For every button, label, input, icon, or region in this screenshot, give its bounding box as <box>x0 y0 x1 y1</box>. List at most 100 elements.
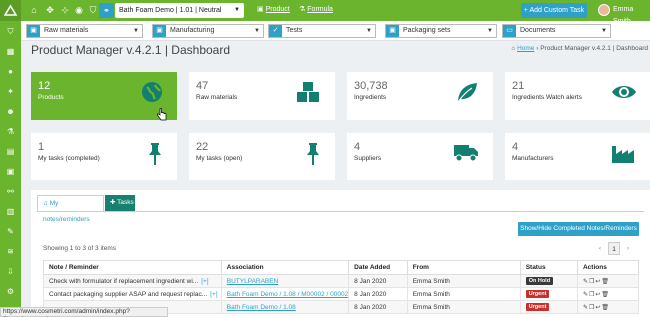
filter-label: Packaging sets <box>403 27 451 34</box>
tile-ingredients[interactable]: 30,738 Ingredients <box>347 72 493 120</box>
association-link[interactable]: BUTYLPARABEN <box>227 278 279 285</box>
tile-label: Ingredients Watch alerts <box>512 94 582 101</box>
project-select[interactable]: Bath Foam Demo | 1.01 | Neutral (Clear) … <box>115 3 244 29</box>
sidebar: ⛉ ▦ ● ✦ ☻ ⚗ ▤ ▣ ⚯ ▥ ✎ ≋ ⇩ ⚙ <box>0 21 21 317</box>
avatar[interactable] <box>598 4 610 16</box>
column-header[interactable]: Association <box>220 260 350 275</box>
tile-value: 1 <box>38 141 45 153</box>
formula-icon: ⚗ <box>299 6 306 13</box>
chart-icon[interactable]: ▥ <box>5 206 16 217</box>
link-button[interactable]: ⚭ <box>99 3 114 18</box>
delete-icon[interactable]: 🗑 <box>601 292 610 298</box>
tab-tasks[interactable]: ✚ Tasks <box>105 195 135 211</box>
nav-formula-label: Formula <box>307 6 333 13</box>
tile-suppliers[interactable]: 4 Suppliers <box>347 133 493 180</box>
globe-icon <box>142 82 162 102</box>
chevron-down-icon: ▼ <box>366 28 372 34</box>
breadcrumb-current: Product Manager v.4.2.1 | Dashboard <box>540 45 648 52</box>
column-header[interactable]: Note / Reminder <box>43 260 222 275</box>
flask-icon[interactable]: ⚗ <box>5 126 16 137</box>
tile-tasks-completed[interactable]: 1 My tasks (completed) <box>31 133 177 180</box>
link-icon: ⚭ <box>103 6 110 15</box>
cubes-icon[interactable]: ▣ <box>5 166 16 177</box>
dashboard-icon[interactable]: ▦ <box>5 46 16 57</box>
nav-product[interactable]: ▣ Product <box>257 4 290 16</box>
column-header[interactable]: From <box>406 260 521 275</box>
download-icon[interactable]: ⇩ <box>5 266 16 277</box>
home-icon[interactable]: ⌂ <box>28 4 40 16</box>
chevron-down-icon: ▼ <box>487 28 493 34</box>
chevron-down-icon: ▼ <box>601 28 607 34</box>
show-hide-completed-button[interactable]: Show/Hide Completed Notes/Reminders <box>518 222 639 236</box>
plus-icon: + <box>523 7 528 14</box>
check-circle-icon: ✓ <box>269 25 282 37</box>
status-cell: Urgent <box>519 300 578 314</box>
actions-cell: ✎❐↩🗑 <box>576 287 640 301</box>
eye-icon[interactable]: ◉ <box>73 4 85 16</box>
expand-link[interactable]: [+] <box>210 291 217 298</box>
tile-value: 4 <box>354 141 361 153</box>
association-cell: BUTYLPARABEN <box>220 274 350 288</box>
from-cell: Emma Smith <box>406 274 521 288</box>
layers-icon[interactable]: ≋ <box>5 246 16 257</box>
delete-icon[interactable]: 🗑 <box>601 305 610 311</box>
showing-count: Showing 1 to 3 of 3 items <box>43 245 116 252</box>
expand-link[interactable]: [+] <box>201 278 208 285</box>
breadcrumb-home[interactable]: Home <box>517 45 534 52</box>
tile-raw-materials[interactable]: 47 Raw materials <box>189 72 335 120</box>
tile-ingredients-watch[interactable]: 21 Ingredients Watch alerts <box>505 72 650 120</box>
filter-tests[interactable]: ✓ Tests ▼ <box>268 24 376 38</box>
filter-documents[interactable]: ▭ Documents ▼ <box>502 24 611 38</box>
association-link[interactable]: Bath Foam Demo / 1.08 <box>227 304 296 311</box>
folder-icon: ▭ <box>503 25 516 37</box>
filter-raw-materials[interactable]: ▣ Raw materials ▼ <box>26 24 143 38</box>
logo[interactable] <box>0 0 21 21</box>
page-title: Product Manager v.4.2.1 | Dashboard <box>31 43 231 57</box>
user-icon[interactable]: ● <box>5 66 16 77</box>
tile-products[interactable]: 12 Products <box>31 72 177 120</box>
actions-cell: ✎❐↩🗑 <box>576 300 640 314</box>
pagination-next[interactable]: › <box>622 242 634 255</box>
pin-icon <box>149 143 161 165</box>
pagination-prev[interactable]: ‹ <box>594 242 606 255</box>
users-icon[interactable]: ☻ <box>5 106 16 117</box>
from-cell: Emma Smith <box>406 300 521 314</box>
column-header[interactable]: Date Added <box>348 260 408 275</box>
filter-manufacturing[interactable]: ▣ Manufacturing ▼ <box>152 24 264 38</box>
pagination-page[interactable]: 1 <box>608 242 620 255</box>
tile-label: My tasks (completed) <box>38 155 100 162</box>
association-link[interactable]: Bath Foam Demo / 1.08 / M00002 / 00002 <box>227 291 348 298</box>
note-text: Contact packaging supplier ASAP and requ… <box>49 290 208 298</box>
settings-icon[interactable]: ⚙ <box>5 286 16 297</box>
tile-tasks-open[interactable]: 22 My tasks (open) <box>189 133 335 180</box>
tab-label: Tasks <box>117 199 134 206</box>
add-custom-task-button[interactable]: + Add Custom Task <box>521 3 587 18</box>
bulb-icon[interactable]: ✦ <box>5 86 16 97</box>
note-cell: Check with formulator if replacement ing… <box>43 274 222 288</box>
chevron-down-icon: ▼ <box>254 28 260 34</box>
nav-formula[interactable]: ⚗ Formula <box>299 4 333 16</box>
move-icon[interactable]: ✥ <box>44 4 56 16</box>
filter-label: Manufacturing <box>170 27 215 34</box>
sitemap-icon[interactable]: ⊹ <box>59 4 71 16</box>
pencil-icon[interactable]: ✎ <box>5 226 16 237</box>
lock-icon[interactable]: ▤ <box>5 146 16 157</box>
tab-my-notes[interactable]: ♫ My notes/reminders <box>37 195 104 223</box>
shield-icon[interactable]: ⛉ <box>87 4 99 16</box>
filter-packaging-sets[interactable]: ▣ Packaging sets ▼ <box>385 24 497 38</box>
column-header[interactable]: Status <box>519 260 578 275</box>
filter-label: Tests <box>286 27 303 34</box>
status-badge: On Hold <box>525 277 554 285</box>
tile-label: Products <box>38 94 64 101</box>
from-cell: Emma Smith <box>406 287 521 301</box>
status-badge: Urgent <box>525 303 550 311</box>
delete-icon[interactable]: 🗑 <box>601 279 610 285</box>
shield-icon[interactable]: ⛉ <box>5 26 16 37</box>
tile-value: 30,738 <box>354 80 388 92</box>
bell-icon: ♫ <box>43 200 48 207</box>
share-icon[interactable]: ⚯ <box>5 186 16 197</box>
divider <box>37 211 644 212</box>
pin-icon <box>307 143 319 165</box>
nav-product-label: Product <box>265 6 290 13</box>
tile-manufacturers[interactable]: 4 Manufacturers <box>505 133 650 180</box>
